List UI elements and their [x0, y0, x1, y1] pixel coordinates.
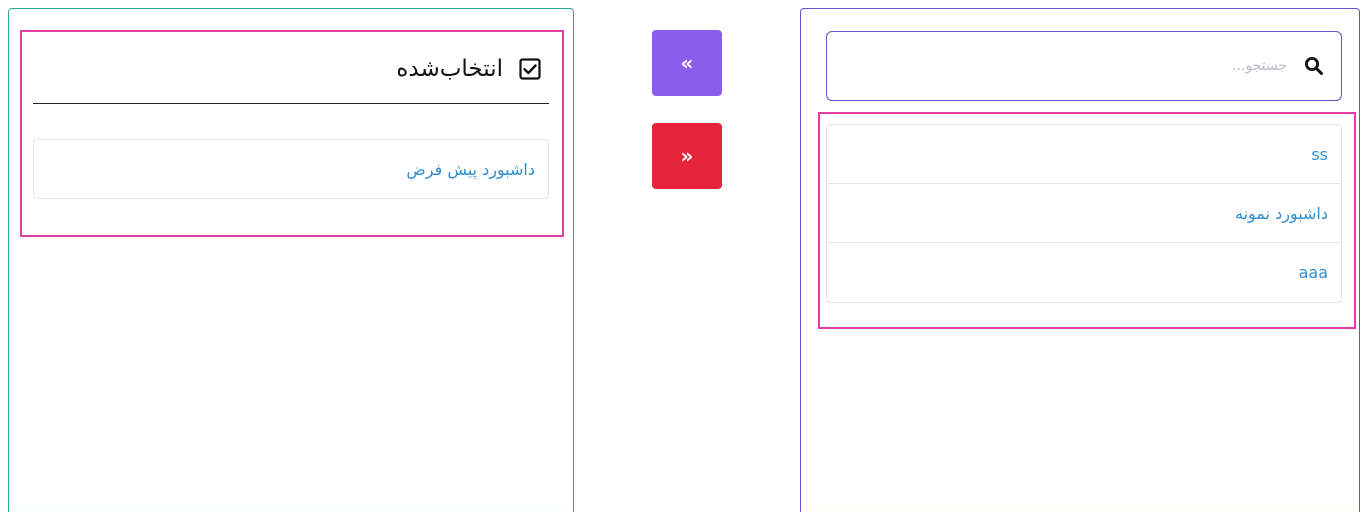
panel-bottom-tint — [9, 503, 573, 512]
list-item[interactable]: داشبورد نمونه — [827, 184, 1341, 243]
selected-header: انتخاب‌شده — [33, 42, 549, 104]
selected-title: انتخاب‌شده — [396, 55, 503, 82]
checkbox-checked-icon[interactable] — [519, 57, 541, 80]
move-all-left-button[interactable]: « — [652, 30, 722, 96]
available-list: ss داشبورد نمونه aaa — [826, 124, 1342, 303]
dual-list-page: انتخاب‌شده داشبورد پیش فرض « » ss داشبور… — [0, 0, 1364, 512]
list-item[interactable]: داشبورد پیش فرض — [34, 140, 548, 198]
list-item[interactable]: ss — [827, 125, 1341, 184]
search-box — [826, 31, 1342, 101]
double-chevron-left-icon: « — [680, 51, 694, 75]
search-input[interactable] — [845, 50, 1289, 82]
selected-list: داشبورد پیش فرض — [33, 139, 549, 199]
move-all-right-button[interactable]: » — [652, 123, 722, 189]
search-icon[interactable] — [1303, 55, 1325, 77]
panel-bottom-tint — [801, 503, 1359, 512]
double-chevron-right-icon: » — [680, 144, 694, 168]
list-item[interactable]: aaa — [827, 243, 1341, 302]
